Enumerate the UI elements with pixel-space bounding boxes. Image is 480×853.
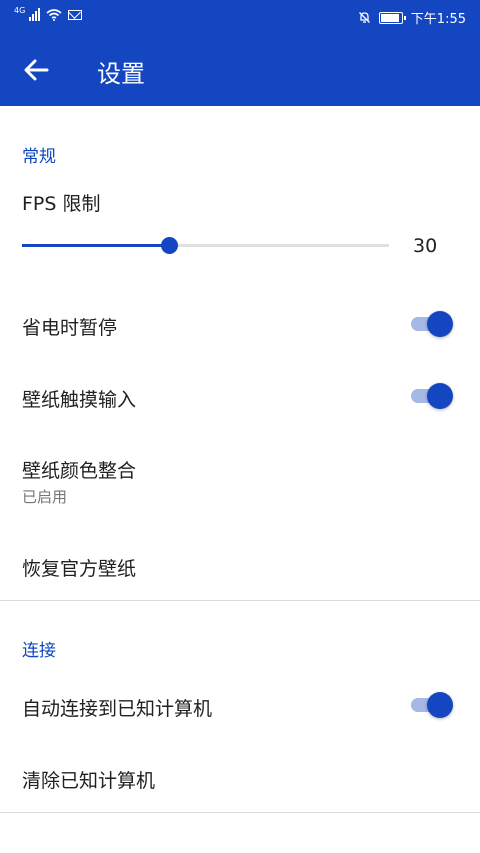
section-divider <box>0 812 480 813</box>
wallpaper-color-integration-status: 已启用 <box>22 488 68 506</box>
section-header-general: 常规 <box>22 147 56 167</box>
pause-on-battery-saver-label: 省电时暂停 <box>22 317 118 339</box>
page-title: 设置 <box>97 60 145 88</box>
status-time: 下午1:55 <box>410 12 466 27</box>
battery-icon <box>378 11 406 24</box>
toggle-knob <box>427 311 453 337</box>
network-type-label: 4G <box>14 6 26 15</box>
status-bar: 4G 下午1:55 <box>0 0 480 32</box>
toggle-knob <box>427 383 453 409</box>
fps-slider-fill <box>22 244 169 247</box>
auto-connect-toggle[interactable] <box>411 692 455 718</box>
wifi-icon <box>46 8 62 21</box>
fps-slider[interactable] <box>22 237 389 254</box>
section-divider <box>0 600 480 601</box>
back-arrow-icon[interactable] <box>22 56 52 86</box>
fps-slider-thumb[interactable] <box>160 237 178 254</box>
fps-value: 30 <box>413 235 438 257</box>
section-header-connection: 连接 <box>22 641 56 661</box>
restore-official-wallpaper-label: 恢复官方壁纸 <box>22 558 137 580</box>
clear-known-computers-label: 清除已知计算机 <box>22 770 156 792</box>
auto-connect-label: 自动连接到已知计算机 <box>22 698 213 720</box>
fps-limit-label: FPS 限制 <box>22 193 101 215</box>
notification-off-icon <box>358 12 370 23</box>
wallpaper-touch-input-toggle[interactable] <box>411 383 455 409</box>
mail-icon <box>68 9 83 20</box>
app-bar: 4G 下午1:55 设置 <box>0 0 480 106</box>
wallpaper-color-integration-label: 壁纸颜色整合 <box>22 460 137 482</box>
signal-icon <box>29 8 41 21</box>
toggle-knob <box>427 692 453 718</box>
pause-on-battery-saver-toggle[interactable] <box>411 311 455 337</box>
wallpaper-touch-input-label: 壁纸触摸输入 <box>22 389 137 411</box>
